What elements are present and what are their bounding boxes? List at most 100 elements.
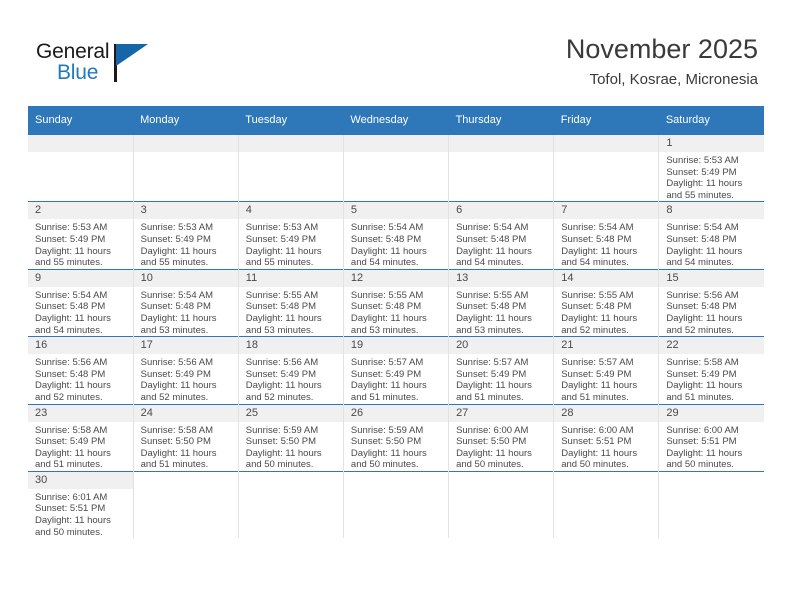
day-details: Sunrise: 5:57 AM Sunset: 5:49 PM Daylight:… — [554, 354, 658, 403]
calendar-day-cell[interactable]: 4 Sunrise: 5:53 AM Sunset: 5:49 PM Daylight… — [237, 201, 344, 270]
day-number: 28 — [554, 404, 659, 422]
day-cell-inner: 8 Sunrise: 5:54 AM Sunset: 5:48 PM Daylight… — [659, 202, 764, 268]
daylight-text-line2: and 51 minutes. — [35, 459, 103, 471]
calendar-day-cell[interactable]: 11 Sunrise: 5:55 AM Sunset: 5:48 PM Dayligh… — [237, 268, 344, 337]
calendar-day-cell[interactable]: 23 Sunrise: 5:58 AM Sunset: 5:49 PM Dayligh… — [28, 403, 134, 472]
calendar-day-cell[interactable]: 13 Sunrise: 5:55 AM Sunset: 5:48 PM Dayligh… — [448, 268, 554, 337]
day-number: 26 — [343, 404, 449, 422]
calendar-day-cell[interactable]: 26 Sunrise: 5:59 AM Sunset: 5:50 PM Dayligh… — [342, 403, 449, 472]
day-details: Sunrise: 6:00 AM Sunset: 5:50 PM Daylight:… — [449, 422, 553, 471]
daylight-text-line1: Daylight: 11 hours — [245, 380, 322, 392]
daylight-text-line1: Daylight: 11 hours — [140, 380, 217, 392]
daylight-text-line2: and 54 minutes. — [456, 257, 524, 269]
day-details: Sunrise: 5:53 AM Sunset: 5:49 PM Daylight:… — [28, 219, 133, 268]
sunrise-text: Sunrise: 5:54 AM — [140, 289, 213, 301]
calendar-day-cell[interactable]: 18 Sunrise: 5:56 AM Sunset: 5:49 PM Dayligh… — [237, 336, 344, 404]
sunset-text: Sunset: 5:48 PM — [561, 301, 632, 313]
day-number: 13 — [449, 269, 554, 287]
day-number: 6 — [449, 202, 554, 220]
sunset-text: Sunset: 5:50 PM — [245, 436, 317, 448]
calendar-week-row: 30 Sunrise: 6:01 AM Sunset: 5:51 PM Dayligh… — [28, 470, 764, 539]
daylight-text-line1: Daylight: 11 hours — [35, 312, 111, 324]
calendar-cell-empty — [237, 470, 344, 539]
daylight-text-line1: Daylight: 11 hours — [456, 245, 532, 257]
general-blue-logo[interactable]: General Blue — [36, 40, 166, 92]
sunrise-text: Sunrise: 5:57 AM — [456, 357, 529, 369]
calendar-day-cell[interactable]: 27 Sunrise: 6:00 AM Sunset: 5:50 PM Dayligh… — [448, 403, 554, 472]
calendar-day-cell[interactable]: 6 Sunrise: 5:54 AM Sunset: 5:48 PM Daylight… — [448, 201, 554, 270]
sunrise-text: Sunrise: 5:57 AM — [350, 357, 424, 369]
sunrise-text: Sunrise: 5:59 AM — [245, 424, 319, 436]
day-details: Sunrise: 5:56 AM Sunset: 5:48 PM Daylight:… — [28, 354, 133, 403]
daylight-text-line1: Daylight: 11 hours — [140, 312, 217, 324]
calendar-day-cell[interactable]: 9 Sunrise: 5:54 AM Sunset: 5:48 PM Daylight… — [28, 268, 134, 337]
calendar-day-cell[interactable]: 1 Sunrise: 5:53 AM Sunset: 5:49 PM Daylight… — [658, 133, 764, 202]
daylight-text-line2: and 53 minutes. — [140, 324, 209, 336]
calendar-day-cell[interactable]: 8 Sunrise: 5:54 AM Sunset: 5:48 PM Daylight… — [658, 201, 764, 270]
day-number: 3 — [133, 202, 238, 220]
calendar-day-cell[interactable]: 10 Sunrise: 5:54 AM Sunset: 5:48 PM Dayligh… — [132, 268, 239, 337]
calendar-day-cell[interactable]: 28 Sunrise: 6:00 AM Sunset: 5:51 PM Dayligh… — [553, 403, 659, 472]
day-details: Sunrise: 5:54 AM Sunset: 5:48 PM Daylight:… — [344, 219, 448, 268]
daylight-text-line1: Daylight: 11 hours — [456, 380, 532, 392]
day-details: Sunrise: 5:55 AM Sunset: 5:48 PM Daylight:… — [449, 287, 553, 336]
sunset-text: Sunset: 5:49 PM — [245, 368, 317, 380]
calendar-cell-empty — [658, 470, 764, 539]
calendar-day-cell[interactable]: 20 Sunrise: 5:57 AM Sunset: 5:49 PM Dayligh… — [448, 336, 554, 404]
page-title: November 2025 — [565, 34, 758, 64]
sunset-text: Sunset: 5:49 PM — [666, 368, 737, 380]
sunrise-text: Sunrise: 5:58 AM — [666, 357, 739, 369]
weekday-header-row: Sunday Monday Tuesday Wednesday Thursday… — [28, 106, 764, 135]
calendar-day-cell[interactable]: 16 Sunrise: 5:56 AM Sunset: 5:48 PM Dayligh… — [28, 336, 134, 404]
calendar-day-cell[interactable]: 5 Sunrise: 5:54 AM Sunset: 5:48 PM Daylight… — [342, 201, 449, 270]
calendar-day-cell[interactable]: 7 Sunrise: 5:54 AM Sunset: 5:48 PM Daylight… — [553, 201, 659, 270]
sunset-text: Sunset: 5:48 PM — [456, 301, 527, 313]
day-cell-inner: 20 Sunrise: 5:57 AM Sunset: 5:49 PM Dayligh… — [449, 337, 554, 403]
day-details: Sunrise: 5:54 AM Sunset: 5:48 PM Daylight:… — [659, 219, 764, 268]
sunset-text: Sunset: 5:48 PM — [245, 301, 317, 313]
calendar-day-cell[interactable]: 14 Sunrise: 5:55 AM Sunset: 5:48 PM Dayligh… — [553, 268, 659, 337]
daylight-text-line2: and 50 minutes. — [350, 459, 419, 471]
calendar-day-cell[interactable]: 12 Sunrise: 5:55 AM Sunset: 5:48 PM Dayligh… — [342, 268, 449, 337]
daylight-text-line1: Daylight: 11 hours — [666, 178, 743, 190]
day-cell-inner — [239, 472, 343, 538]
daylight-text-line2: and 51 minutes. — [561, 391, 629, 403]
day-number: 8 — [659, 202, 764, 220]
calendar-day-cell[interactable]: 21 Sunrise: 5:57 AM Sunset: 5:49 PM Dayligh… — [553, 336, 659, 404]
calendar-day-cell[interactable]: 17 Sunrise: 5:56 AM Sunset: 5:49 PM Dayligh… — [132, 336, 239, 404]
calendar-day-cell[interactable]: 3 Sunrise: 5:53 AM Sunset: 5:49 PM Daylight… — [132, 201, 239, 270]
daylight-text-line1: Daylight: 11 hours — [561, 447, 638, 459]
calendar-body: 1 Sunrise: 5:53 AM Sunset: 5:49 PM Daylight… — [28, 133, 764, 539]
sunrise-text: Sunrise: 5:53 AM — [35, 222, 108, 234]
day-details: Sunrise: 5:59 AM Sunset: 5:50 PM Daylight:… — [239, 422, 343, 471]
daylight-text-line1: Daylight: 11 hours — [35, 380, 111, 392]
day-cell-inner: 5 Sunrise: 5:54 AM Sunset: 5:48 PM Daylight… — [343, 202, 449, 268]
sunset-text: Sunset: 5:48 PM — [666, 233, 737, 245]
day-cell-inner: 19 Sunrise: 5:57 AM Sunset: 5:49 PM Dayligh… — [343, 337, 449, 403]
day-cell-inner: 18 Sunrise: 5:56 AM Sunset: 5:49 PM Dayligh… — [238, 337, 343, 403]
calendar-day-cell[interactable]: 19 Sunrise: 5:57 AM Sunset: 5:49 PM Dayligh… — [342, 336, 449, 404]
calendar-day-cell[interactable]: 24 Sunrise: 5:58 AM Sunset: 5:50 PM Dayligh… — [132, 403, 239, 472]
day-cell-inner: 27 Sunrise: 6:00 AM Sunset: 5:50 PM Dayligh… — [449, 404, 554, 471]
day-number — [343, 135, 449, 152]
weekday-header-tuesday: Tuesday — [238, 106, 344, 135]
calendar-day-cell[interactable]: 2 Sunrise: 5:53 AM Sunset: 5:49 PM Daylight… — [28, 201, 134, 270]
calendar-day-cell[interactable]: 22 Sunrise: 5:58 AM Sunset: 5:49 PM Dayligh… — [658, 336, 764, 404]
sunset-text: Sunset: 5:48 PM — [35, 301, 106, 313]
calendar-week-row: 9 Sunrise: 5:54 AM Sunset: 5:48 PM Daylight… — [28, 268, 764, 337]
sunset-text: Sunset: 5:49 PM — [35, 436, 106, 448]
day-number: 29 — [659, 404, 764, 422]
sunrise-text: Sunrise: 5:54 AM — [561, 222, 634, 234]
sunset-text: Sunset: 5:51 PM — [666, 436, 737, 448]
sunrise-text: Sunrise: 5:55 AM — [350, 289, 424, 301]
day-number — [28, 135, 133, 152]
calendar-day-cell[interactable]: 25 Sunrise: 5:59 AM Sunset: 5:50 PM Dayligh… — [237, 403, 344, 472]
daylight-text-line1: Daylight: 11 hours — [140, 245, 217, 257]
day-details: Sunrise: 5:56 AM Sunset: 5:49 PM Daylight:… — [134, 354, 238, 403]
calendar-day-cell[interactable]: 15 Sunrise: 5:56 AM Sunset: 5:48 PM Dayligh… — [658, 268, 764, 337]
sunset-text: Sunset: 5:49 PM — [35, 233, 106, 245]
page-subtitle: Tofol, Kosrae, Micronesia — [589, 71, 758, 88]
calendar-day-cell[interactable]: 29 Sunrise: 6:00 AM Sunset: 5:51 PM Dayligh… — [658, 403, 764, 472]
sunrise-text: Sunrise: 5:54 AM — [456, 222, 529, 234]
calendar-day-cell[interactable]: 30 Sunrise: 6:01 AM Sunset: 5:51 PM Dayligh… — [28, 470, 134, 539]
